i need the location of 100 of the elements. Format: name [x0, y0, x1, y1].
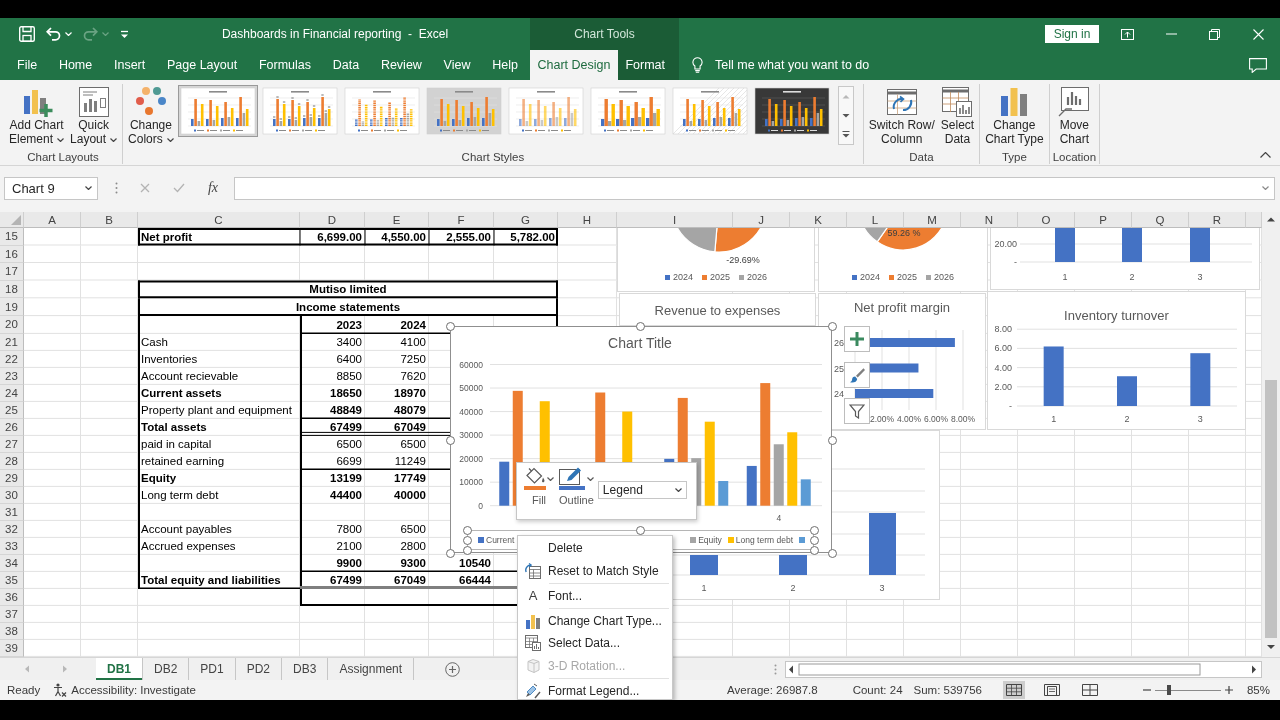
chart-title: Inventory turnover [1064, 308, 1169, 323]
table-cell-text: 10540 [458, 556, 492, 572]
legend-label: 2025 [897, 272, 917, 282]
axis-label: 20.00 [994, 239, 1017, 249]
chart-title: Chart Title [608, 335, 672, 351]
table-cell-text: Account recievable [140, 369, 240, 385]
axis-label: 10000 [459, 477, 483, 488]
axis-label: 2 [1129, 272, 1135, 282]
table-cell-text: 2,555.00 [445, 229, 492, 245]
table-cell-text: 2800 [399, 539, 427, 555]
table-cell-text: 67499 [329, 420, 363, 436]
table-cell-text: Property plant and equipment [140, 403, 293, 419]
status-mode: Ready [7, 684, 41, 696]
axis-label: 8.00 [994, 324, 1012, 335]
legend-label: 2024 [672, 272, 693, 282]
axis-label: 26 [834, 338, 844, 348]
table-cell-text: 18650 [329, 386, 363, 402]
table-cell-text: 8850 [335, 369, 363, 385]
table-cell-text: 11249 [393, 454, 427, 470]
table-cell-text: 67049 [393, 573, 427, 589]
axis-label: 50000 [459, 383, 483, 394]
table-cell-text: 2023 [335, 318, 363, 333]
table-cell-text: 9900 [335, 556, 363, 572]
axis-label: 1 [1051, 414, 1057, 424]
status-sum: Sum: 539756 [913, 684, 982, 696]
table-cell-text: Net profit [140, 229, 194, 245]
table-cell-text: 2100 [335, 539, 363, 555]
table-cell-text: 48849 [329, 403, 363, 419]
table-cell-text: Accrued expenses [140, 539, 237, 555]
table-cell-text: 44400 [329, 488, 363, 504]
chart-title: Revenue to expenses [654, 303, 781, 318]
legend-label: 2024 [859, 272, 880, 282]
axis-label: 60000 [459, 359, 483, 370]
axis-label: 2.00 [994, 381, 1012, 392]
table-cell-text: 6699 [335, 454, 363, 470]
window-title: Dashboards in Financial reporting - Excel [220, 27, 450, 41]
axis-label: 20000 [459, 453, 483, 464]
axis-label: 3 [1197, 414, 1203, 424]
legend-label: 2026 [934, 272, 955, 282]
legend-label: 2026 [747, 272, 768, 282]
table-cell-text: Long term debt [140, 488, 220, 504]
axis-label: 4.00% [896, 414, 922, 424]
table-cell-text: Mutiso limited [308, 282, 388, 298]
table-cell-text: 67049 [393, 420, 427, 436]
table-cell-text: 40000 [393, 488, 427, 504]
table-cell-text: 6500 [399, 437, 427, 453]
table-cell-text: Cash [140, 335, 169, 351]
table-cell-text: Account payables [140, 522, 233, 538]
axis-label: 6.00 [994, 343, 1012, 354]
context-tab-group: Chart Tools [530, 18, 679, 50]
table-cell-text: 67499 [329, 573, 363, 589]
table-cell-text: Total assets [140, 420, 208, 436]
axis-label: 25 [834, 363, 844, 374]
legend-label: 2025 [710, 272, 730, 282]
table-cell-text: 18970 [393, 386, 427, 402]
axis-label: 2.00% [869, 414, 895, 424]
table-cell-text: 48079 [393, 403, 427, 419]
table-cell-text: 3400 [335, 335, 363, 351]
chart-title: Net profit margin [853, 300, 951, 315]
axis-label: - [1009, 401, 1012, 411]
group-label: Location [1052, 150, 1097, 164]
table-cell-text: 9300 [399, 556, 427, 572]
data-label: 59.26 % [887, 228, 921, 238]
group-label: Data [909, 150, 934, 164]
axis-label: - [1014, 257, 1017, 267]
table-cell-text: 2024 [399, 318, 427, 333]
group-label: Type [1001, 150, 1027, 164]
legend-label: Current [486, 535, 515, 545]
axis-label: 3 [879, 583, 885, 593]
table-cell-text: 13199 [329, 471, 363, 487]
axis-label: 24 [834, 389, 844, 399]
axis-label: 6.00% [923, 414, 949, 424]
table-cell-text: 6500 [335, 437, 363, 453]
table-cell-text: paid in capital [140, 437, 213, 453]
axis-label: 0 [478, 500, 483, 511]
table-cell-text: 66444 [458, 573, 492, 589]
axis-label: 4.00 [994, 362, 1012, 373]
group-label: Chart Styles [461, 150, 525, 164]
table-cell-text: 4100 [399, 335, 427, 351]
table-cell-text: Inventories [140, 352, 199, 368]
data-label: -29.69% [725, 255, 761, 265]
table-cell-text: 7800 [335, 522, 363, 538]
axis-label: 40000 [459, 406, 483, 417]
axis-label: 3 [1197, 272, 1203, 282]
table-cell-text: 4,550.00 [380, 229, 427, 245]
axis-label: 1 [1062, 272, 1068, 282]
table-cell-text: 6,699.00 [316, 229, 363, 245]
axis-label: 1 [701, 583, 707, 593]
table-cell-text: 6500 [399, 522, 427, 538]
table-cell-text: Income statements [294, 300, 402, 316]
status-average: Average: 26987.8 [727, 684, 818, 696]
table-cell-text: 5,782.00 [509, 229, 556, 245]
table-cell-text: 6400 [335, 352, 363, 368]
axis-label: 2 [790, 583, 796, 593]
table-cell-text: retained earning [140, 454, 226, 470]
group-label: Chart Layouts [27, 150, 99, 164]
axis-label: 8.00% [950, 414, 976, 424]
table-cell-text: Total equity and liabilities [140, 573, 282, 589]
table-cell-text: 17749 [393, 471, 427, 487]
font-icon: A [528, 588, 538, 603]
